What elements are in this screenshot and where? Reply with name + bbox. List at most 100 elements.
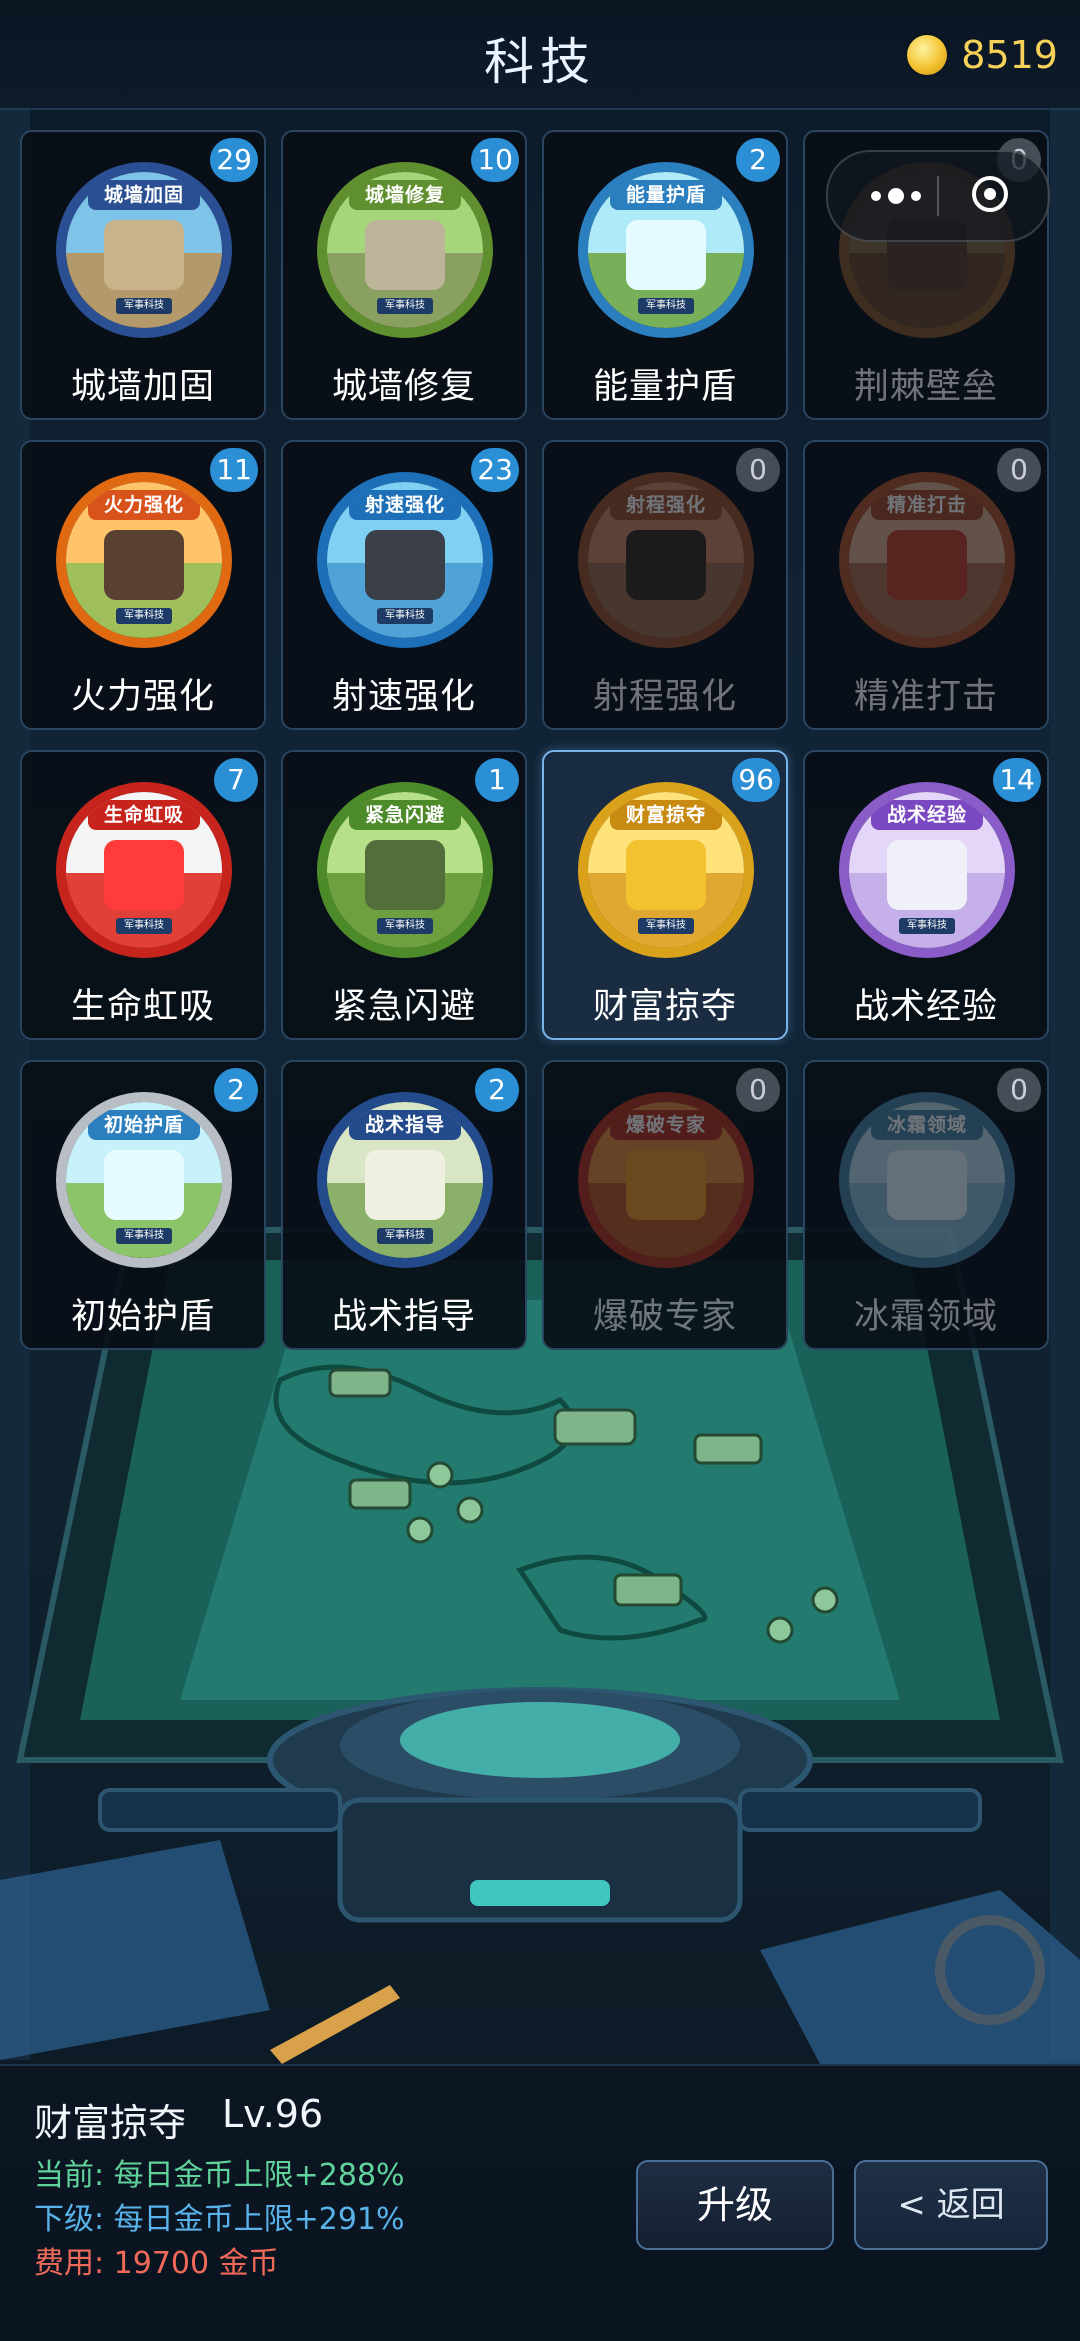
- tech-name: 冰霜领域: [853, 1297, 998, 1337]
- tech-card[interactable]: 城墙修复 军事科技 城墙修复 10: [281, 130, 527, 420]
- medal-plaque: 军事科技: [377, 298, 433, 314]
- wall-medal-icon: 城墙加固 军事科技: [56, 162, 232, 338]
- upgrade-cost: 费用: 19700 金币: [34, 2246, 279, 2281]
- wealth-emblem-icon: [626, 840, 706, 910]
- tech-name: 城墙修复: [331, 367, 476, 407]
- selected-tech-level: Lv.96: [222, 2092, 324, 2136]
- level-badge: 11: [210, 448, 258, 492]
- tech-card[interactable]: 冰霜领域 冰霜领域 0: [803, 1060, 1049, 1350]
- speed-medal-icon: 射速强化 军事科技: [317, 472, 493, 648]
- tech-card[interactable]: 能量护盾 军事科技 能量护盾 2: [542, 130, 788, 420]
- tech-card[interactable]: 射速强化 军事科技 射速强化 23: [281, 440, 527, 730]
- mini-program-capsule[interactable]: [826, 150, 1050, 242]
- tech-card[interactable]: 财富掠夺 军事科技 财富掠夺 96: [542, 750, 788, 1040]
- medal-ribbon: 生命虹吸: [88, 800, 200, 830]
- tech-card[interactable]: 精准打击 精准打击 0: [803, 440, 1049, 730]
- upgrade-button[interactable]: 升级: [636, 2160, 834, 2250]
- tech-name: 财富掠夺: [592, 987, 737, 1027]
- tech-name: 紧急闪避: [331, 987, 476, 1027]
- shield-medal-icon: 能量护盾 军事科技: [578, 162, 754, 338]
- tech-name: 城墙加固: [70, 367, 215, 407]
- tech-card[interactable]: 紧急闪避 军事科技 紧急闪避 1: [281, 750, 527, 1040]
- coin-counter: 8519: [907, 30, 1058, 80]
- medal-ribbon: 城墙加固: [88, 180, 200, 210]
- medal-plaque: 军事科技: [638, 918, 694, 934]
- tech-card[interactable]: 爆破专家 爆破专家 0: [542, 1060, 788, 1350]
- level-badge: 23: [471, 448, 519, 492]
- precise-emblem-icon: [887, 530, 967, 600]
- coin-amount: 8519: [961, 33, 1058, 77]
- close-miniprogram-icon[interactable]: [972, 176, 1008, 212]
- medal-ribbon: 财富掠夺: [610, 800, 722, 830]
- capsule-divider: [937, 176, 939, 216]
- tech-card[interactable]: 火力强化 军事科技 火力强化 11: [20, 440, 266, 730]
- current-effect: 当前: 每日金币上限+288%: [34, 2158, 405, 2193]
- tech-name: 能量护盾: [592, 367, 737, 407]
- medal-ribbon: 火力强化: [88, 490, 200, 520]
- more-options-icon[interactable]: [866, 182, 936, 210]
- tech-name: 射程强化: [592, 677, 737, 717]
- medal-ribbon: 爆破专家: [610, 1110, 722, 1140]
- medal-plaque: 军事科技: [116, 1228, 172, 1244]
- tech-name: 火力强化: [70, 677, 215, 717]
- tech-name: 生命虹吸: [70, 987, 215, 1027]
- tech-card[interactable]: 战术指导 军事科技 战术指导 2: [281, 1060, 527, 1350]
- tech-name: 荆棘壁垒: [853, 367, 998, 407]
- range-medal-icon: 射程强化: [578, 472, 754, 648]
- initshield-emblem-icon: [104, 1150, 184, 1220]
- guide-medal-icon: 战术指导 军事科技: [317, 1092, 493, 1268]
- tech-card[interactable]: 初始护盾 军事科技 初始护盾 2: [20, 1060, 266, 1350]
- tech-card[interactable]: 生命虹吸 军事科技 生命虹吸 7: [20, 750, 266, 1040]
- tech-name: 战术经验: [853, 987, 998, 1027]
- level-badge: 1: [475, 758, 519, 802]
- tech-name: 射速强化: [331, 677, 476, 717]
- medal-plaque: 军事科技: [377, 1228, 433, 1244]
- detail-panel: 财富掠夺 Lv.96 当前: 每日金币上限+288% 下级: 每日金币上限+29…: [0, 2064, 1080, 2341]
- medal-plaque: 军事科技: [377, 608, 433, 624]
- medal-ribbon: 城墙修复: [349, 180, 461, 210]
- medal-ribbon: 射速强化: [349, 490, 461, 520]
- medal-ribbon: 初始护盾: [88, 1110, 200, 1140]
- level-badge: 7: [214, 758, 258, 802]
- level-badge: 0: [997, 1068, 1041, 1112]
- frost-emblem-icon: [887, 1150, 967, 1220]
- repair-medal-icon: 城墙修复 军事科技: [317, 162, 493, 338]
- level-badge: 0: [736, 1068, 780, 1112]
- next-effect: 下级: 每日金币上限+291%: [34, 2202, 405, 2237]
- medal-ribbon: 射程强化: [610, 490, 722, 520]
- blast-medal-icon: 爆破专家: [578, 1092, 754, 1268]
- medal-plaque: 军事科技: [116, 608, 172, 624]
- level-badge: 14: [993, 758, 1041, 802]
- tech-card[interactable]: 射程强化 射程强化 0: [542, 440, 788, 730]
- exp-emblem-icon: [887, 840, 967, 910]
- repair-emblem-icon: [365, 220, 445, 290]
- level-badge: 2: [736, 138, 780, 182]
- tech-name: 初始护盾: [70, 1297, 215, 1337]
- gold-coin-icon: [907, 35, 948, 75]
- frost-medal-icon: 冰霜领域: [839, 1092, 1015, 1268]
- medal-ribbon: 能量护盾: [610, 180, 722, 210]
- medal-plaque: 军事科技: [116, 298, 172, 314]
- exp-medal-icon: 战术经验 军事科技: [839, 782, 1015, 958]
- tech-name: 爆破专家: [592, 1297, 737, 1337]
- dodge-emblem-icon: [365, 840, 445, 910]
- shield-emblem-icon: [626, 220, 706, 290]
- initshield-medal-icon: 初始护盾 军事科技: [56, 1092, 232, 1268]
- fire-emblem-icon: [104, 530, 184, 600]
- back-button[interactable]: < 返回: [854, 2160, 1048, 2250]
- tech-card[interactable]: 战术经验 军事科技 战术经验 14: [803, 750, 1049, 1040]
- level-badge: 0: [997, 448, 1041, 492]
- selected-tech-name: 财富掠夺: [34, 2101, 187, 2145]
- tech-name: 战术指导: [331, 1297, 476, 1337]
- range-emblem-icon: [626, 530, 706, 600]
- tech-name: 精准打击: [853, 677, 998, 717]
- life-emblem-icon: [104, 840, 184, 910]
- blast-emblem-icon: [626, 1150, 706, 1220]
- level-badge: 10: [471, 138, 519, 182]
- medal-ribbon: 战术指导: [349, 1110, 461, 1140]
- wealth-medal-icon: 财富掠夺 军事科技: [578, 782, 754, 958]
- level-badge: 2: [214, 1068, 258, 1112]
- tech-card[interactable]: 城墙加固 军事科技 城墙加固 29: [20, 130, 266, 420]
- medal-plaque: 军事科技: [377, 918, 433, 934]
- medal-ribbon: 战术经验: [871, 800, 983, 830]
